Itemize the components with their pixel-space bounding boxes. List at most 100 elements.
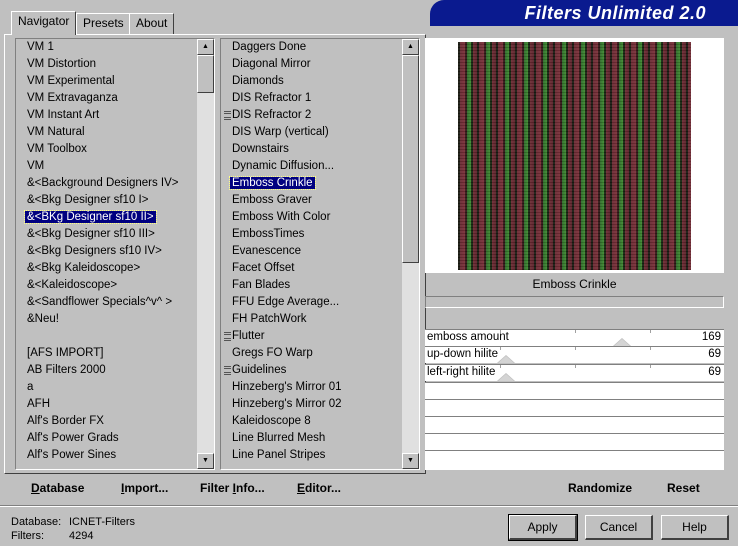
filter-list-item[interactable]: Facet Offset [221, 260, 402, 277]
tab-about[interactable]: About [129, 13, 175, 34]
category-scroll-down-button[interactable]: ▼ [197, 453, 214, 469]
filter-list-item[interactable]: DIS Refractor 1 [221, 90, 402, 107]
filter-list-item[interactable]: Guidelines [221, 362, 402, 379]
category-list-item[interactable] [16, 328, 197, 345]
slider-thumb[interactable] [496, 373, 515, 381]
filter-list-item[interactable]: Hinzeberg's Mirror 02 [221, 396, 402, 413]
filter-info-label-end: nfo... [236, 481, 265, 495]
filter-list-item[interactable]: Diamonds [221, 73, 402, 90]
filter-item-label: Hinzeberg's Mirror 02 [232, 398, 342, 410]
category-item-label: VM Extravaganza [27, 92, 118, 104]
category-item-label: &<Bkg Designers sf10 IV> [27, 245, 162, 257]
category-list-item[interactable]: Alf's Border FX [16, 413, 197, 430]
category-list-item[interactable]: VM [16, 158, 197, 175]
category-list-item[interactable]: VM Experimental [16, 73, 197, 90]
filter-item-label: Diamonds [232, 75, 284, 87]
filter-list-item[interactable]: Hinzeberg's Mirror 01 [221, 379, 402, 396]
filter-list-item[interactable]: Emboss Crinkle [221, 175, 402, 192]
category-item-label: VM Distortion [27, 58, 97, 70]
category-list-item[interactable]: Alf's Power Sines [16, 447, 197, 464]
cancel-button[interactable]: Cancel [585, 515, 653, 540]
filter-scrollbar[interactable]: ▲ ▼ [402, 39, 419, 469]
param-slider[interactable]: up-down hilite 69 [425, 346, 724, 363]
reset-button[interactable]: Reset [667, 481, 700, 495]
filter-list-item[interactable]: DIS Warp (vertical) [221, 124, 402, 141]
category-list-item[interactable]: &<Bkg Designer sf10 I> [16, 192, 197, 209]
help-button[interactable]: Help [661, 515, 729, 540]
category-scrollbar[interactable]: ▲ ▼ [197, 39, 214, 469]
filters-count-label: Filters: [11, 530, 44, 542]
category-list-item[interactable]: &<Kaleidoscope> [16, 277, 197, 294]
category-list-item[interactable]: VM Toolbox [16, 141, 197, 158]
filter-item-label: Downstairs [232, 143, 289, 155]
filter-list-item[interactable]: Dynamic Diffusion... [221, 158, 402, 175]
preview-image[interactable] [458, 42, 691, 270]
category-list-item[interactable]: [AFS IMPORT] [16, 345, 197, 362]
filter-list-item[interactable]: Kaleidoscope 8 [221, 413, 402, 430]
filter-list-item[interactable]: Gregs FO Warp [221, 345, 402, 362]
database-accel: D [31, 481, 40, 495]
filter-list-item[interactable]: EmbossTimes [221, 226, 402, 243]
tab-navigator[interactable]: Navigator [11, 11, 77, 35]
randomize-button[interactable]: Randomize [568, 481, 632, 495]
filter-item-label: Guidelines [232, 364, 287, 376]
slider-thumb[interactable] [496, 355, 515, 363]
filter-list-item[interactable]: DIS Refractor 2 [221, 107, 402, 124]
category-scroll-thumb[interactable] [197, 55, 214, 93]
param-label: emboss amount [427, 331, 509, 343]
tab-presets[interactable]: Presets [76, 13, 131, 34]
filter-list-item[interactable]: FH PatchWork [221, 311, 402, 328]
filter-list-item[interactable]: Flutter [221, 328, 402, 345]
category-list-item[interactable]: &Neu! [16, 311, 197, 328]
filter-list-item[interactable]: Emboss With Color [221, 209, 402, 226]
category-list-item[interactable]: &<Sandflower Specials^v^ > [16, 294, 197, 311]
filter-list-item[interactable]: Line Panel Stripes [221, 447, 402, 464]
category-item-label: &<Background Designers IV> [27, 177, 179, 189]
category-list-item[interactable]: &<Bkg Kaleidoscope> [16, 260, 197, 277]
category-list-item[interactable]: VM Instant Art [16, 107, 197, 124]
category-list-item[interactable]: &<BKg Designer sf10 II> [16, 209, 197, 226]
filter-info-button[interactable]: Filter Info... [200, 481, 265, 495]
filter-list-item[interactable]: Downstairs [221, 141, 402, 158]
database-button[interactable]: Database [31, 481, 84, 495]
title-banner: Filters Unlimited 2.0 [430, 0, 738, 26]
import-button[interactable]: Import... [121, 481, 168, 495]
category-item-label: Alf's Power Grads [27, 432, 119, 444]
category-list-item[interactable]: VM 1 [16, 39, 197, 56]
category-list-item[interactable]: AB Filters 2000 [16, 362, 197, 379]
param-label: left-right hilite [427, 366, 496, 378]
drag-handle-icon [224, 111, 231, 120]
filter-list-item[interactable]: Fan Blades [221, 277, 402, 294]
empty-param-row [425, 433, 724, 450]
category-list-item[interactable]: &<Bkg Designers sf10 IV> [16, 243, 197, 260]
category-list-item[interactable]: AFH [16, 396, 197, 413]
filter-list-item[interactable]: Evanescence [221, 243, 402, 260]
category-list-item[interactable]: VM Extravaganza [16, 90, 197, 107]
category-list-item[interactable]: Alf's Power Grads [16, 430, 197, 447]
category-list-item[interactable]: VM Distortion [16, 56, 197, 73]
filters-count-value: 4294 [69, 530, 94, 542]
filter-list-item[interactable]: Emboss Graver [221, 192, 402, 209]
apply-button[interactable]: Apply [508, 514, 578, 541]
filter-scroll-up-button[interactable]: ▲ [402, 39, 419, 55]
filter-scroll-thumb[interactable] [402, 55, 419, 263]
category-list-item[interactable]: &<Background Designers IV> [16, 175, 197, 192]
filter-scroll-down-button[interactable]: ▼ [402, 453, 419, 469]
param-slider[interactable]: left-right hilite 69 [425, 364, 724, 381]
filter-list-item[interactable]: FFU Edge Average... [221, 294, 402, 311]
slider-thumb[interactable] [613, 338, 632, 346]
param-slider[interactable]: emboss amount 169 [425, 329, 724, 346]
filter-list-item[interactable]: Diagonal Mirror [221, 56, 402, 73]
filter-list-item[interactable]: Line Blurred Mesh [221, 430, 402, 447]
editor-button[interactable]: Editor... [297, 481, 341, 495]
editor-accel: E [297, 481, 306, 495]
category-item-label: AB Filters 2000 [27, 364, 106, 376]
drag-handle-icon [224, 332, 231, 341]
category-scroll-up-button[interactable]: ▲ [197, 39, 214, 55]
category-list-item[interactable]: VM Natural [16, 124, 197, 141]
filter-list[interactable]: Daggers Done Diagonal Mirror Diamonds DIS R… [220, 38, 420, 470]
filter-list-item[interactable]: Daggers Done [221, 39, 402, 56]
category-list-item[interactable]: &<Bkg Designer sf10 III> [16, 226, 197, 243]
category-list-item[interactable]: a [16, 379, 197, 396]
category-list[interactable]: VM 1 VM Distortion VM Experimental VM Extra… [15, 38, 215, 470]
